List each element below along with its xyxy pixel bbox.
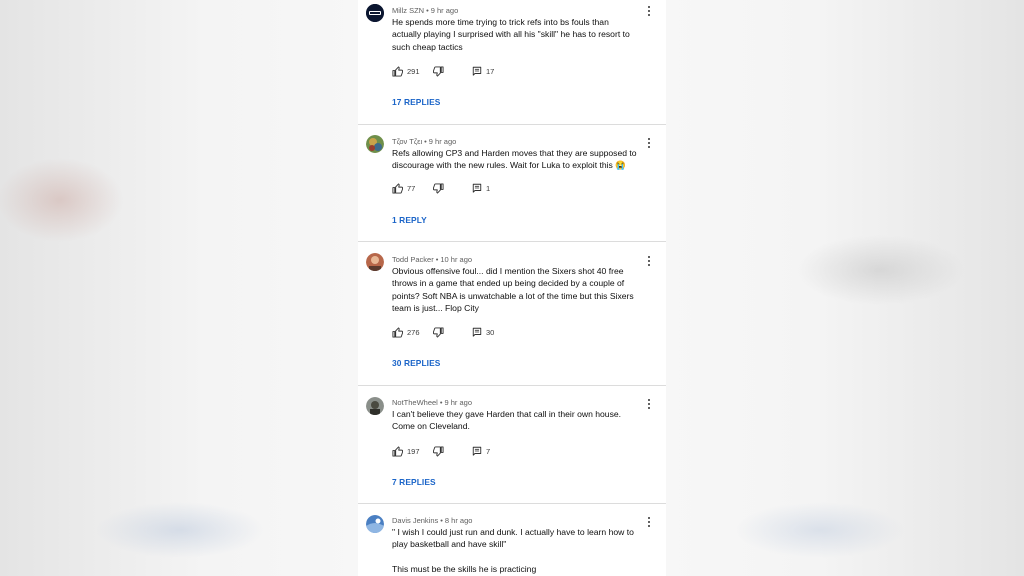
comment-line: team is just... Flop City — [392, 302, 479, 313]
comment-icon — [472, 183, 482, 193]
thumbs-down-icon — [433, 445, 444, 457]
reply-count: 7 — [486, 446, 491, 456]
reply-count: 1 — [486, 183, 491, 193]
avatar[interactable] — [366, 515, 384, 533]
comment-icon — [472, 446, 482, 456]
like-count: 291 — [407, 66, 420, 76]
comment-text: He spends more time trying to trick refs… — [392, 16, 647, 53]
thumbs-down-icon — [433, 326, 444, 338]
comment-line — [392, 551, 647, 563]
comment-text: Obvious offensive foul... did I mention … — [392, 265, 647, 314]
meta-separator: • — [440, 516, 443, 525]
view-replies-button[interactable]: 7 REPLIES — [392, 477, 436, 487]
like-button[interactable]: 197 — [392, 445, 420, 457]
comment-text: Refs allowing CP3 and Harden moves that … — [392, 147, 647, 172]
comment-line: discourage with the new rules. Wait for … — [392, 160, 626, 171]
avatar[interactable] — [366, 135, 384, 153]
meta-separator: • — [424, 137, 427, 146]
comment-line: points? Soft NBA is unwatchable a lot of… — [392, 290, 634, 301]
comment-meta: Millz SZN • 9 hr ago — [392, 6, 458, 15]
thumbs-up-icon — [392, 326, 403, 338]
comment-line: Refs allowing CP3 and Harden moves that … — [392, 148, 637, 158]
thumbs-up-icon — [392, 445, 403, 457]
comment-line: throws in a game that ended up being dec… — [392, 278, 625, 289]
meta-separator: • — [435, 255, 439, 264]
timestamp: 9 hr ago — [428, 137, 457, 146]
author-name[interactable]: Millz SZN — [392, 6, 424, 15]
avatar[interactable] — [366, 4, 384, 22]
comment-thread: Todd Packer • 10 hr ago Obvious offensive … — [358, 242, 666, 384]
timestamp: 10 hr ago — [440, 255, 473, 264]
timestamp: 8 hr ago — [444, 516, 473, 525]
reply-count: 17 — [486, 66, 495, 76]
comment-actions: 77 1 — [392, 182, 592, 194]
like-button[interactable]: 276 — [392, 326, 420, 338]
comment-thread: Millz SZN • 9 hr ago He spends more time t… — [358, 0, 666, 124]
comment-icon — [472, 327, 482, 337]
view-replies-button[interactable]: 30 REPLIES — [392, 358, 440, 368]
author-name[interactable]: Τζον Τζει — [392, 137, 422, 146]
comment-line: I can't believe they gave Harden that ca… — [392, 409, 622, 419]
comment-thread: Davis Jenkins • 8 hr ago " I wish I could … — [358, 504, 666, 576]
comment-line: actually playing I surprised with all hi… — [392, 29, 630, 40]
comment-actions: 197 7 — [392, 445, 592, 457]
thumbs-up-icon — [392, 65, 403, 77]
dislike-button[interactable] — [433, 326, 444, 338]
reply-button[interactable]: 1 — [472, 182, 490, 194]
like-button[interactable]: 291 — [392, 65, 420, 77]
comment-thread: NotTheWheel • 9 hr ago I can't believe the… — [358, 386, 666, 502]
thumbs-down-icon — [433, 182, 444, 194]
like-count: 77 — [407, 183, 416, 193]
reply-count: 30 — [486, 327, 495, 337]
meta-separator: • — [426, 6, 429, 15]
comment-line: Obvious offensive foul... did I mention … — [392, 266, 624, 276]
comment-line: " I wish I could just run and dunk. I ac… — [392, 527, 634, 537]
thumbs-up-icon — [392, 182, 403, 194]
author-name[interactable]: Todd Packer — [392, 255, 434, 264]
dislike-button[interactable] — [433, 182, 444, 194]
dislike-button[interactable] — [433, 445, 444, 457]
view-replies-button[interactable]: 1 REPLY — [392, 215, 427, 225]
author-name[interactable]: Davis Jenkins — [392, 516, 438, 525]
dislike-button[interactable] — [433, 65, 444, 77]
reply-button[interactable]: 17 — [472, 65, 494, 77]
reply-button[interactable]: 30 — [472, 326, 494, 338]
timestamp: 9 hr ago — [444, 398, 473, 407]
comment-line: play basketball and have skill" — [392, 539, 507, 550]
comment-meta: Τζον Τζει • 9 hr ago — [392, 137, 456, 146]
comment-line: such cheap tactics — [392, 41, 463, 52]
comment-actions: 276 30 — [392, 326, 592, 338]
comment-thread: Τζον Τζει • 9 hr ago Refs allowing CP3 and… — [358, 125, 666, 241]
avatar[interactable] — [366, 397, 384, 415]
comment-actions: 291 17 — [392, 65, 592, 77]
thumbs-down-icon — [433, 65, 444, 77]
comments-panel: Millz SZN • 9 hr ago He spends more time t… — [358, 0, 666, 576]
comment-meta: Davis Jenkins • 8 hr ago — [392, 516, 472, 525]
comment-line: Come on Cleveland. — [392, 421, 470, 432]
comment-text: I can't believe they gave Harden that ca… — [392, 408, 647, 433]
comment-line: He spends more time trying to trick refs… — [392, 17, 609, 27]
like-count: 197 — [407, 446, 420, 456]
meta-separator: • — [439, 398, 443, 407]
comment-text: " I wish I could just run and dunk. I ac… — [392, 526, 647, 575]
author-name[interactable]: NotTheWheel — [392, 398, 438, 407]
comment-icon — [472, 66, 482, 76]
view-replies-button[interactable]: 17 REPLIES — [392, 97, 440, 107]
timestamp: 9 hr ago — [430, 6, 459, 15]
reply-button[interactable]: 7 — [472, 445, 490, 457]
comment-meta: NotTheWheel • 9 hr ago — [392, 398, 472, 407]
comment-meta: Todd Packer • 10 hr ago — [392, 255, 472, 264]
like-count: 276 — [407, 327, 420, 337]
comment-line: This must be the skills he is practicing — [392, 563, 537, 574]
avatar[interactable] — [366, 253, 384, 271]
like-button[interactable]: 77 — [392, 182, 415, 194]
